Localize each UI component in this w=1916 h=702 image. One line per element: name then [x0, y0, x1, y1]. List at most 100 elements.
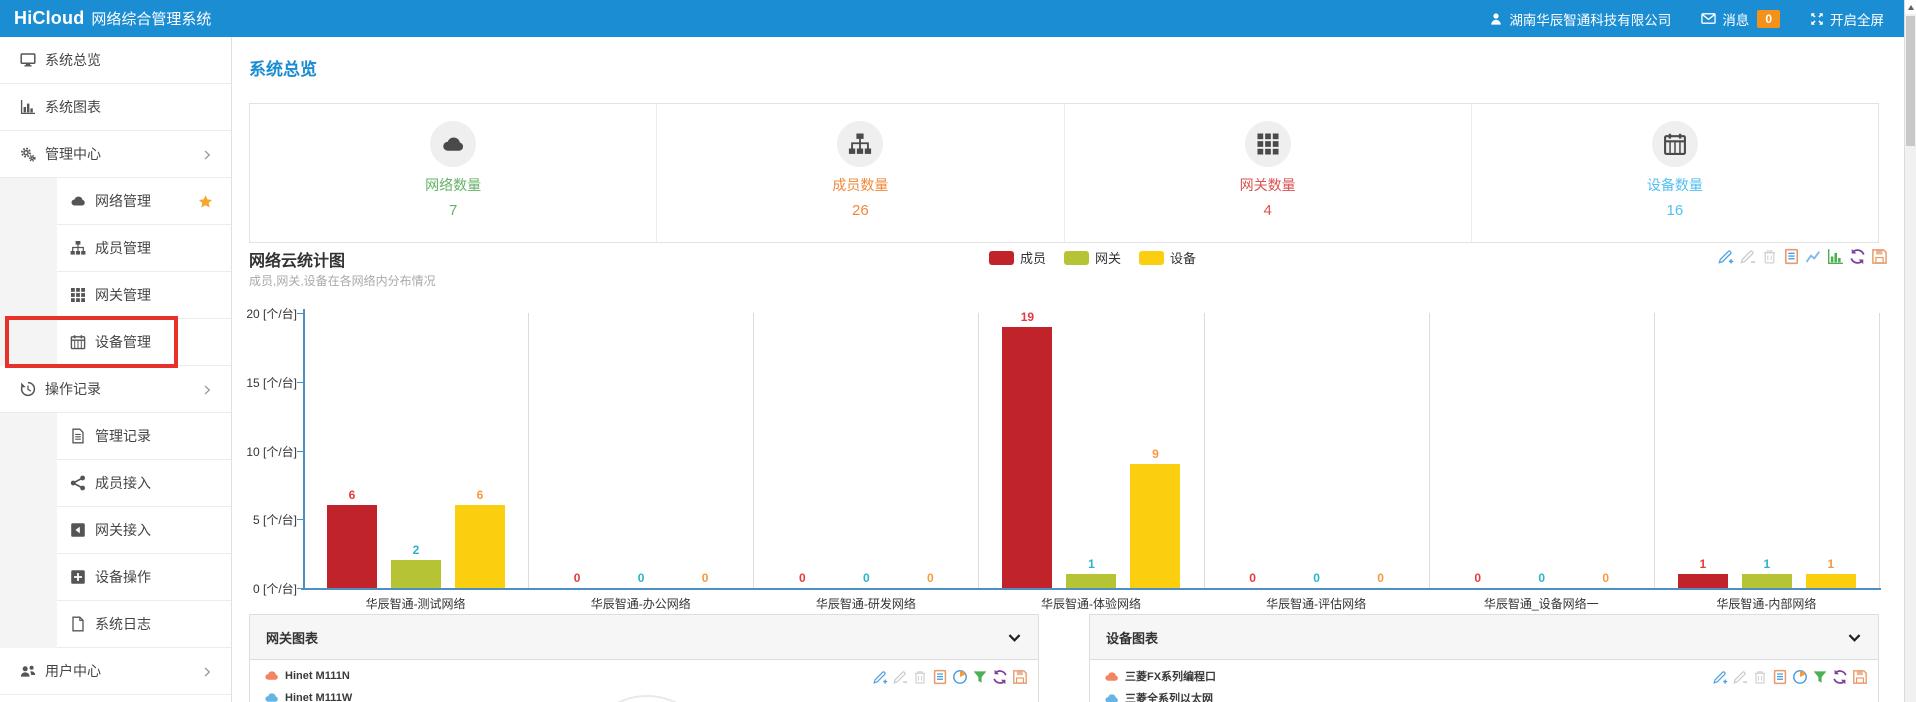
panel-legend-item-Hinet M111W[interactable]: Hinet M111W	[264, 690, 352, 702]
save-image-icon[interactable]	[1852, 669, 1868, 685]
gridline	[978, 313, 979, 588]
data-view-icon[interactable]	[1783, 248, 1800, 265]
x-axis-line	[301, 588, 1881, 590]
panel-legend-item-Hinet M111N[interactable]: Hinet M111N	[264, 668, 350, 683]
messages-menu[interactable]: 消息 0	[1701, 9, 1780, 29]
stat-label: 设备数量	[1472, 175, 1878, 195]
save-image-icon[interactable]	[1871, 248, 1888, 265]
bar-网关-华辰智通-内部网络	[1742, 574, 1792, 588]
sidebar-item-label: 网络管理	[95, 191, 151, 211]
bar-value-label: 0	[683, 571, 727, 585]
share-icon	[70, 475, 86, 491]
bar-value-label: 0	[780, 571, 824, 585]
markline-clear-icon[interactable]	[1752, 669, 1768, 685]
category-label: 华辰智通-办公网络	[528, 595, 753, 612]
sidebar-item-设备管理[interactable]: 设备管理	[0, 319, 231, 366]
stat-value: 16	[1472, 202, 1878, 219]
markline-clear-icon[interactable]	[1761, 248, 1778, 265]
restore-icon[interactable]	[1849, 248, 1866, 265]
bar-网关-华辰智通-体验网络	[1066, 574, 1116, 588]
data-view-icon[interactable]	[932, 669, 948, 685]
sidebar-item-网关接入[interactable]: 网关接入	[0, 507, 231, 554]
sidebar-item-管理中心[interactable]: 管理中心	[0, 131, 231, 178]
company-menu[interactable]: 湖南华辰智通科技有限公司	[1489, 9, 1671, 29]
funnel-chart-icon[interactable]	[972, 669, 988, 685]
gridline	[1204, 313, 1205, 588]
panel-device-header[interactable]: 设备图表	[1090, 615, 1878, 660]
history-icon	[20, 381, 36, 397]
sidebar-item-网关管理[interactable]: 网关管理	[0, 272, 231, 319]
chevron-down-icon[interactable]	[1847, 630, 1862, 645]
legend-item-成员[interactable]: 成员	[989, 248, 1046, 267]
sidebar-item-成员管理[interactable]: 成员管理	[0, 225, 231, 272]
sidebar-item-系统日志[interactable]: 系统日志	[0, 601, 231, 648]
scrollbar-thumb[interactable]	[1906, 16, 1915, 146]
bar-chart-icon[interactable]	[1827, 248, 1844, 265]
panel-legend-item-三菱全系列以太网[interactable]: 三菱全系列以太网	[1104, 690, 1213, 702]
grid-icon	[1256, 132, 1280, 156]
data-view-icon[interactable]	[1772, 669, 1788, 685]
sidebar-item-label: 管理中心	[45, 144, 101, 164]
panel-legend-label: 三菱全系列以太网	[1125, 690, 1213, 702]
y-axis-line	[303, 309, 305, 590]
sidebar-item-系统总览[interactable]: 系统总览	[0, 37, 231, 84]
markline-add-icon[interactable]	[1717, 248, 1734, 265]
chevron-down-icon[interactable]	[1007, 630, 1022, 645]
scroll-up-button[interactable]	[1905, 0, 1916, 14]
markline-remove-icon[interactable]	[1739, 248, 1756, 265]
cloud-icon	[1104, 669, 1119, 684]
brand-subtitle: 网络综合管理系统	[91, 8, 211, 29]
sidebar: 系统总览系统图表管理中心网络管理成员管理网关管理设备管理操作记录管理记录成员接入…	[0, 37, 232, 702]
submenu-indent	[0, 319, 57, 366]
stat-label: 网络数量	[250, 175, 656, 195]
stat-value: 7	[250, 202, 656, 219]
star-icon[interactable]	[198, 194, 213, 209]
pie-chart-outline	[580, 695, 714, 702]
stat-icon-circle	[1652, 121, 1698, 167]
sidebar-item-成员接入[interactable]: 成员接入	[0, 460, 231, 507]
markline-clear-icon[interactable]	[912, 669, 928, 685]
sidebar-item-label: 设备操作	[95, 567, 151, 587]
panel-gateway-header[interactable]: 网关图表	[250, 615, 1038, 660]
bar-value-label: 9	[1133, 447, 1177, 461]
bar-value-label: 1	[1745, 557, 1789, 571]
sidebar-item-系统图表[interactable]: 系统图表	[0, 84, 231, 131]
gears-icon	[20, 146, 36, 162]
sidebar-item-管理记录[interactable]: 管理记录	[0, 413, 231, 460]
file-icon	[70, 616, 86, 632]
vertical-scrollbar[interactable]	[1904, 0, 1916, 702]
sidebar-item-操作记录[interactable]: 操作记录	[0, 366, 231, 413]
chevron-right-icon	[201, 149, 213, 161]
markline-add-icon[interactable]	[872, 669, 888, 685]
fullscreen-button[interactable]: 开启全屏	[1810, 9, 1884, 29]
funnel-chart-icon[interactable]	[1812, 669, 1828, 685]
markline-remove-icon[interactable]	[892, 669, 908, 685]
legend-item-网关[interactable]: 网关	[1064, 248, 1121, 267]
pie-chart-icon[interactable]	[1792, 669, 1808, 685]
caret-square-left-icon	[70, 522, 86, 538]
panel-legend-item-三菱FX系列编程口[interactable]: 三菱FX系列编程口	[1104, 668, 1216, 684]
sidebar-item-用户中心[interactable]: 用户中心	[0, 648, 231, 695]
markline-remove-icon[interactable]	[1732, 669, 1748, 685]
legend-item-设备[interactable]: 设备	[1139, 248, 1196, 267]
pie-chart-icon[interactable]	[952, 669, 968, 685]
gridline	[1429, 313, 1430, 588]
stat-label: 网关数量	[1065, 175, 1471, 195]
bar-value-label: 6	[458, 488, 502, 502]
stat-设备数量: 设备数量 16	[1471, 104, 1878, 242]
gridline	[1654, 313, 1655, 588]
markline-add-icon[interactable]	[1712, 669, 1728, 685]
restore-icon[interactable]	[992, 669, 1008, 685]
gridline	[753, 313, 754, 588]
y-tick-label: 20 [个/台]	[233, 305, 297, 322]
line-chart-icon[interactable]	[1805, 248, 1822, 265]
navbar-right: 湖南华辰智通科技有限公司 消息 0 开启全屏	[1489, 9, 1884, 29]
page-title: 系统总览	[249, 55, 317, 80]
grid-icon	[70, 287, 86, 303]
sidebar-item-设备操作[interactable]: 设备操作	[0, 554, 231, 601]
sidebar-item-网络管理[interactable]: 网络管理	[0, 178, 231, 225]
stat-icon-circle	[837, 121, 883, 167]
restore-icon[interactable]	[1832, 669, 1848, 685]
category-label: 华辰智通_设备网络一	[1429, 595, 1654, 612]
save-image-icon[interactable]	[1012, 669, 1028, 685]
